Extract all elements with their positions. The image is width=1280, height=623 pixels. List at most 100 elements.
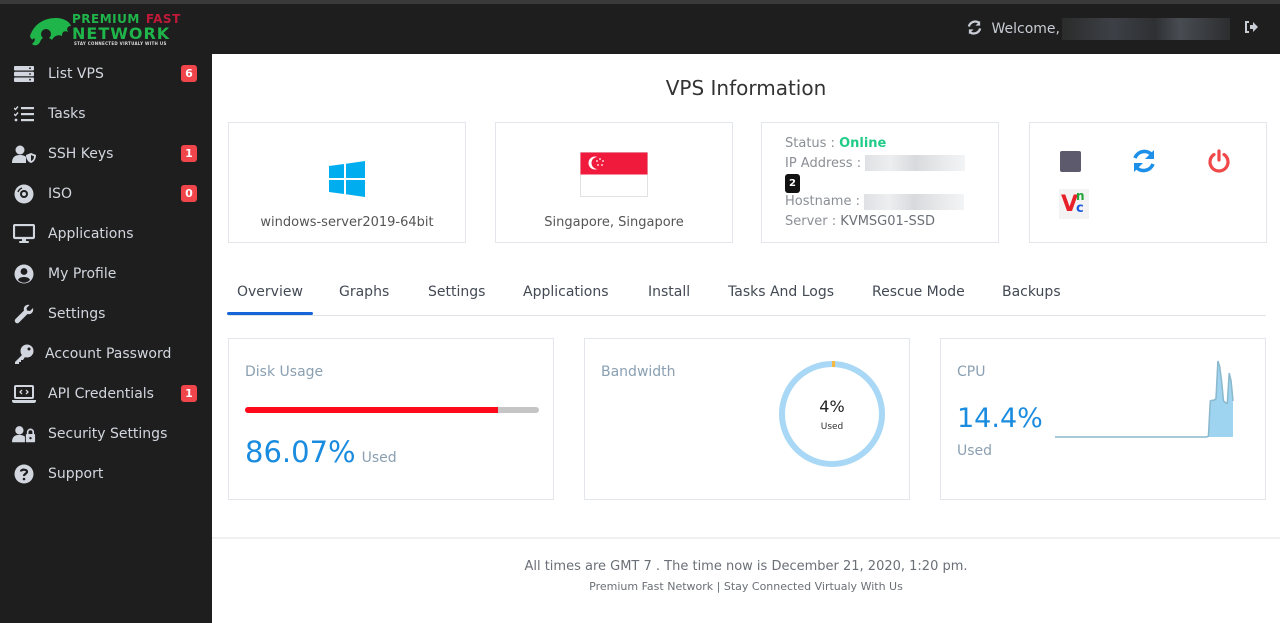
sidebar-item-ssh-keys[interactable]: SSH Keys 1 — [0, 134, 212, 174]
status-row: Status : Online — [785, 134, 965, 154]
sidebar-item-label: Applications — [48, 226, 134, 242]
sidebar-item-security-settings[interactable]: Security Settings — [0, 414, 212, 454]
disk-usage-percent: 86.07% — [245, 435, 356, 469]
sidebar-item-label: Security Settings — [48, 426, 168, 442]
wrench-icon — [12, 304, 36, 324]
sidebar-item-label: ISO — [48, 186, 73, 202]
hostname-redacted — [864, 193, 965, 210]
server-label: Server : — [785, 213, 837, 229]
sidebar-item-label: Account Password — [45, 346, 172, 362]
sidebar-item-tasks[interactable]: Tasks — [0, 94, 212, 134]
sidebar: List VPS 6 Tasks SSH Keys 1 ISO 0 Applic… — [0, 54, 212, 623]
brand-logo[interactable]: PREMIUM FAST NETWORK STAY CONNECTED VIRTU… — [28, 10, 180, 50]
disk-usage-progress — [245, 407, 539, 413]
cpu-sparkline-line — [1055, 360, 1234, 438]
sidebar-item-settings[interactable]: Settings — [0, 294, 212, 334]
refresh-icon — [1133, 149, 1155, 173]
tasks-icon — [12, 104, 36, 124]
server-value: KVMSG01-SSD — [840, 213, 936, 229]
ip-count-row: 2 — [785, 173, 965, 194]
status-details: Status : Online IP Address : 2 Hostname … — [785, 134, 966, 232]
sidebar-item-iso[interactable]: ISO 0 — [0, 174, 212, 214]
sidebar-item-label: My Profile — [48, 266, 117, 282]
sidebar-item-label: Tasks — [48, 106, 86, 122]
ip-row: IP Address : — [785, 154, 966, 174]
vnc-console-button[interactable]: V n c — [1059, 189, 1089, 219]
actions-card: V n c — [1029, 122, 1267, 243]
question-circle-icon — [12, 464, 36, 484]
count-badge: 0 — [181, 185, 197, 202]
tab-bar: Overview Graphs Settings Applications In… — [227, 276, 1266, 316]
ip-label: IP Address : — [785, 155, 862, 171]
username-redacted[interactable] — [1062, 18, 1230, 40]
bandwidth-used-label: Used — [820, 422, 844, 432]
disk-usage-value: 86.07% Used — [245, 435, 397, 469]
tab-tasks-and-logs[interactable]: Tasks And Logs — [728, 284, 834, 300]
sidebar-item-label: List VPS — [48, 66, 104, 82]
singapore-flag-icon — [580, 152, 648, 197]
vnc-icon: V n c — [1059, 189, 1089, 219]
status-label: Status : — [785, 136, 835, 151]
server-row: Server : KVMSG01-SSD — [785, 212, 965, 232]
cpu-sparkline — [1055, 360, 1234, 438]
sidebar-item-label: SSH Keys — [48, 146, 114, 162]
os-card: windows-server2019-64bit — [228, 122, 466, 243]
sidebar-item-support[interactable]: Support — [0, 454, 212, 494]
user-area: Welcome, — [967, 17, 1258, 41]
sidebar-item-label: Support — [48, 466, 104, 482]
compact-disc-icon — [12, 184, 36, 204]
location-card: Singapore, Singapore — [495, 122, 733, 243]
tab-applications[interactable]: Applications — [523, 284, 609, 300]
disk-usage-title: Disk Usage — [245, 364, 324, 380]
sidebar-item-account-password[interactable]: Account Password — [0, 334, 212, 374]
user-shield-icon — [12, 144, 36, 164]
stop-icon — [1059, 150, 1081, 172]
os-label: windows-server2019-64bit — [260, 215, 434, 230]
welcome-label: Welcome, — [991, 21, 1061, 37]
tab-rescue-mode[interactable]: Rescue Mode — [872, 284, 965, 300]
sidebar-item-my-profile[interactable]: My Profile — [0, 254, 212, 294]
hostname-label: Hostname : — [785, 194, 860, 209]
bandwidth-card: Bandwidth 4% Used — [584, 338, 910, 500]
stop-button[interactable] — [1059, 150, 1081, 172]
cpu-used-label: Used — [957, 443, 993, 459]
hostname-row: Hostname : — [785, 192, 965, 212]
count-badge: 1 — [181, 145, 197, 162]
key-icon — [12, 344, 36, 364]
disk-usage-fill — [245, 407, 499, 413]
restart-button[interactable] — [1130, 148, 1158, 174]
main-content: VPS Information windows-server2019-64bit… — [212, 54, 1280, 623]
tab-overview[interactable]: Overview — [227, 284, 313, 315]
brand-tagline: STAY CONNECTED VIRTUALY WITH US — [74, 41, 167, 46]
user-circle-icon — [12, 264, 36, 284]
tab-install[interactable]: Install — [648, 284, 690, 300]
footer-time: All times are GMT 7 . The time now is De… — [524, 559, 968, 574]
desktop-icon — [12, 224, 36, 244]
disk-usage-card: Disk Usage 86.07% Used — [228, 338, 554, 500]
tab-backups[interactable]: Backups — [1002, 284, 1061, 300]
refresh-icon[interactable] — [967, 19, 982, 39]
cpu-title: CPU — [957, 364, 986, 380]
footer-brand: Premium Fast Network | Stay Connected Vi… — [589, 580, 903, 593]
ip-count-badge[interactable]: 2 — [785, 174, 800, 194]
footer-divider — [212, 537, 1280, 539]
cpu-card: CPU 14.4% Used — [940, 338, 1266, 500]
tab-settings[interactable]: Settings — [428, 284, 485, 300]
location-label: Singapore, Singapore — [544, 215, 684, 230]
tab-graphs[interactable]: Graphs — [339, 284, 389, 300]
sidebar-item-applications[interactable]: Applications — [0, 214, 212, 254]
cpu-percent: 14.4% — [957, 403, 1043, 434]
page-title: VPS Information — [665, 76, 827, 100]
sidebar-item-label: API Credentials — [48, 386, 154, 402]
sign-out-icon[interactable] — [1244, 21, 1258, 37]
sidebar-item-api-credentials[interactable]: API Credentials 1 — [0, 374, 212, 414]
cpu-sparkline-area — [1055, 361, 1233, 437]
sidebar-item-list-vps[interactable]: List VPS 6 — [0, 54, 212, 94]
sidebar-item-label: Settings — [48, 306, 106, 322]
laptop-code-icon — [12, 384, 36, 404]
count-badge: 1 — [181, 385, 197, 402]
status-value: Online — [839, 136, 887, 151]
power-button[interactable] — [1206, 148, 1232, 174]
status-card: Status : Online IP Address : 2 Hostname … — [761, 122, 999, 243]
vnc-c: c — [1076, 201, 1084, 216]
